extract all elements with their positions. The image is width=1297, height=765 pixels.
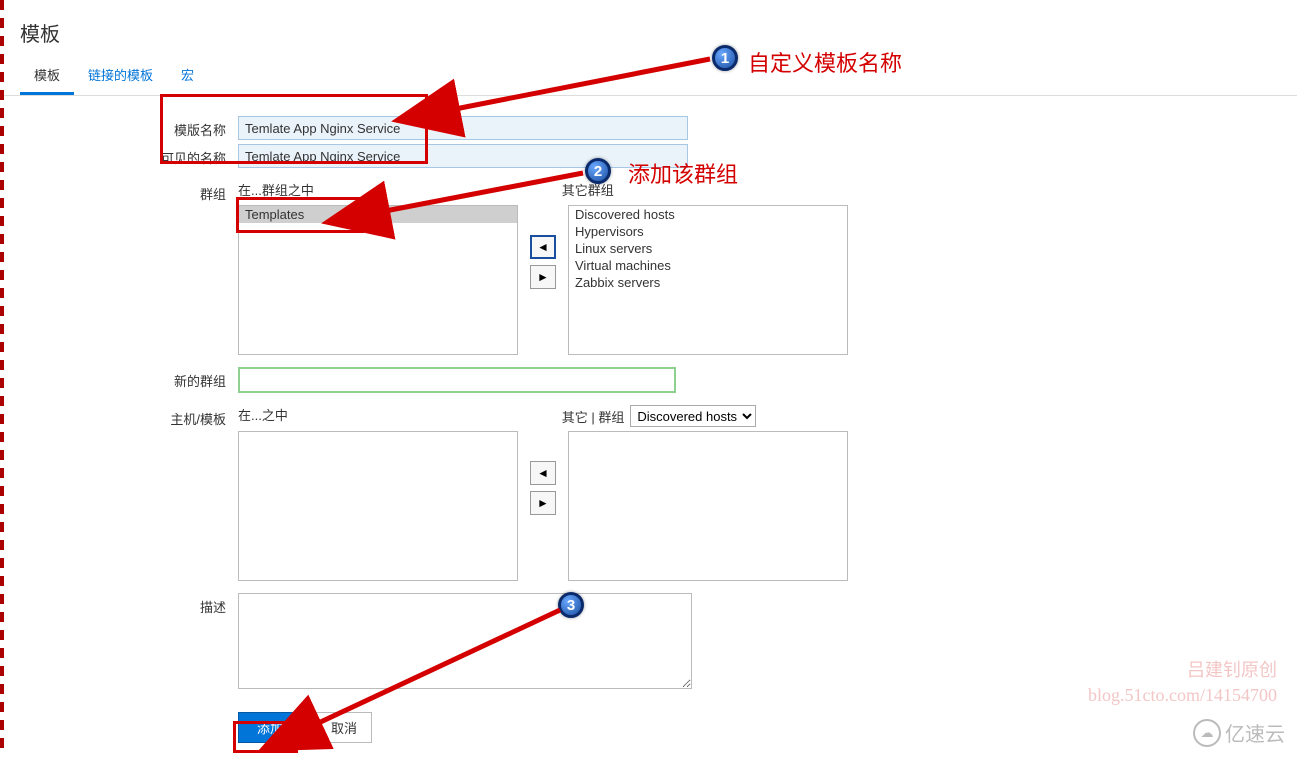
visible-name-input[interactable] [238, 144, 688, 168]
list-item[interactable]: Templates [239, 206, 517, 223]
label-new-group: 新的群组 [20, 367, 238, 390]
list-item[interactable]: Hypervisors [569, 223, 847, 240]
heading-in-group: 在...群组之中 [238, 180, 538, 201]
add-button[interactable]: 添加 [238, 712, 302, 743]
cancel-button[interactable]: 取消 [316, 712, 372, 743]
tab-macros[interactable]: 宏 [167, 57, 208, 95]
hosts-move-left-button[interactable]: ◄ [530, 461, 556, 485]
tab-template[interactable]: 模板 [20, 57, 74, 95]
watermark: 吕建钊原创 blog.51cto.com/14154700 [1088, 658, 1277, 708]
annotation-text-2: 添加该群组 [628, 157, 738, 189]
groups-right-listbox[interactable]: Discovered hosts Hypervisors Linux serve… [568, 205, 848, 355]
list-item[interactable]: Zabbix servers [569, 274, 847, 291]
label-hosts-templates: 主机/模板 [20, 405, 238, 428]
page-title: 模板 [0, 0, 1297, 57]
hosts-move-right-button[interactable]: ► [530, 491, 556, 515]
label-template-name: 模版名称 [20, 116, 238, 139]
list-item[interactable]: Linux servers [569, 240, 847, 257]
label-visible-name: 可见的名称 [20, 144, 238, 167]
groups-left-listbox[interactable]: Templates [238, 205, 518, 355]
move-left-button[interactable]: ◄ [530, 235, 556, 259]
hosts-right-listbox[interactable] [568, 431, 848, 581]
watermark-line2: blog.51cto.com/14154700 [1088, 683, 1277, 708]
label-description: 描述 [20, 593, 238, 616]
tab-linked-templates[interactable]: 链接的模板 [74, 57, 167, 95]
new-group-input[interactable] [238, 367, 676, 393]
heading-in: 在...之中 [238, 405, 538, 429]
watermark-line1: 吕建钊原创 [1088, 658, 1277, 683]
list-item[interactable]: Discovered hosts [569, 206, 847, 223]
template-name-input[interactable] [238, 116, 688, 140]
watermark-logo-text: 亿速云 [1225, 718, 1285, 747]
tabs-bar: 模板 链接的模板 宏 [0, 57, 1297, 96]
hosts-group-select[interactable]: Discovered hosts [630, 405, 756, 427]
annotation-badge-3: 3 [558, 592, 584, 618]
annotation-badge-1: 1 [712, 45, 738, 71]
hosts-left-listbox[interactable] [238, 431, 518, 581]
list-item[interactable]: Virtual machines [569, 257, 847, 274]
heading-other-hosts: 其它 | 群组 [562, 407, 625, 426]
annotation-text-1: 自定义模板名称 [748, 46, 902, 78]
watermark-logo: ☁ 亿速云 [1193, 718, 1285, 747]
cloud-icon: ☁ [1193, 719, 1221, 747]
annotation-badge-2: 2 [585, 158, 611, 184]
description-textarea[interactable] [238, 593, 692, 689]
label-groups: 群组 [20, 180, 238, 203]
move-right-button[interactable]: ► [530, 265, 556, 289]
